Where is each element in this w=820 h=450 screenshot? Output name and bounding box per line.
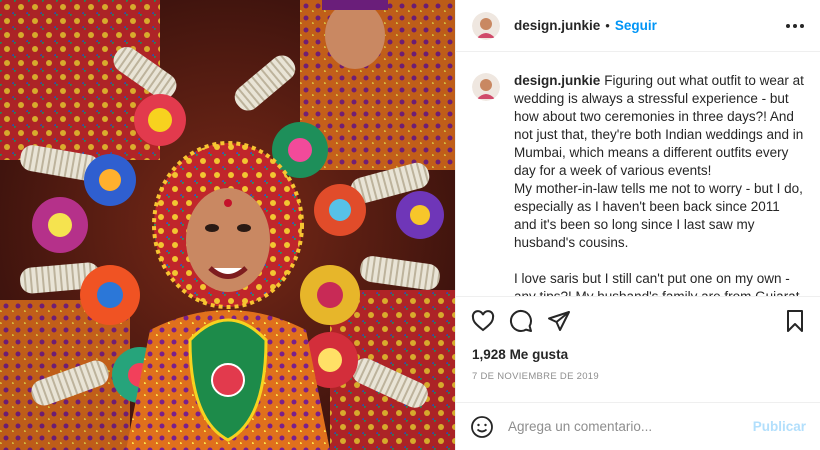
instagram-post: design.junkie • Seguir design.junkie Figu… [0, 0, 820, 450]
likes-number: 1,928 [472, 347, 506, 362]
post-caption: design.junkie Figuring out what outfit to… [514, 72, 804, 296]
avatar[interactable] [472, 11, 500, 40]
share-icon[interactable] [546, 308, 572, 334]
heart-icon[interactable] [470, 308, 496, 334]
comment-form: Publicar [456, 402, 820, 450]
action-bar [456, 296, 820, 344]
more-horizontal-icon[interactable] [784, 18, 806, 34]
emoji-icon[interactable] [470, 415, 494, 439]
caption-username-link[interactable]: design.junkie [514, 73, 600, 88]
post-date: 7 DE NOVIEMBRE DE 2019 [472, 371, 599, 382]
separator-dot: • [605, 18, 610, 33]
post-side-panel: design.junkie • Seguir design.junkie Figu… [455, 0, 820, 450]
comments-area: design.junkie Figuring out what outfit to… [456, 52, 820, 296]
publish-button[interactable]: Publicar [753, 419, 806, 434]
follow-button[interactable]: Seguir [615, 18, 657, 33]
comment-input[interactable] [508, 419, 753, 434]
garba-dancers-photo [0, 0, 455, 450]
post-photo[interactable] [0, 0, 455, 450]
username-link[interactable]: design.junkie [514, 18, 600, 33]
caption-text: Figuring out what outfit to wear at wedd… [514, 73, 804, 296]
bookmark-icon[interactable] [782, 308, 808, 334]
comment-icon[interactable] [508, 308, 534, 334]
likes-label: Me gusta [509, 347, 569, 362]
post-header: design.junkie • Seguir [456, 0, 820, 52]
likes-count[interactable]: 1,928 Me gusta [456, 344, 820, 366]
avatar[interactable] [472, 73, 500, 101]
